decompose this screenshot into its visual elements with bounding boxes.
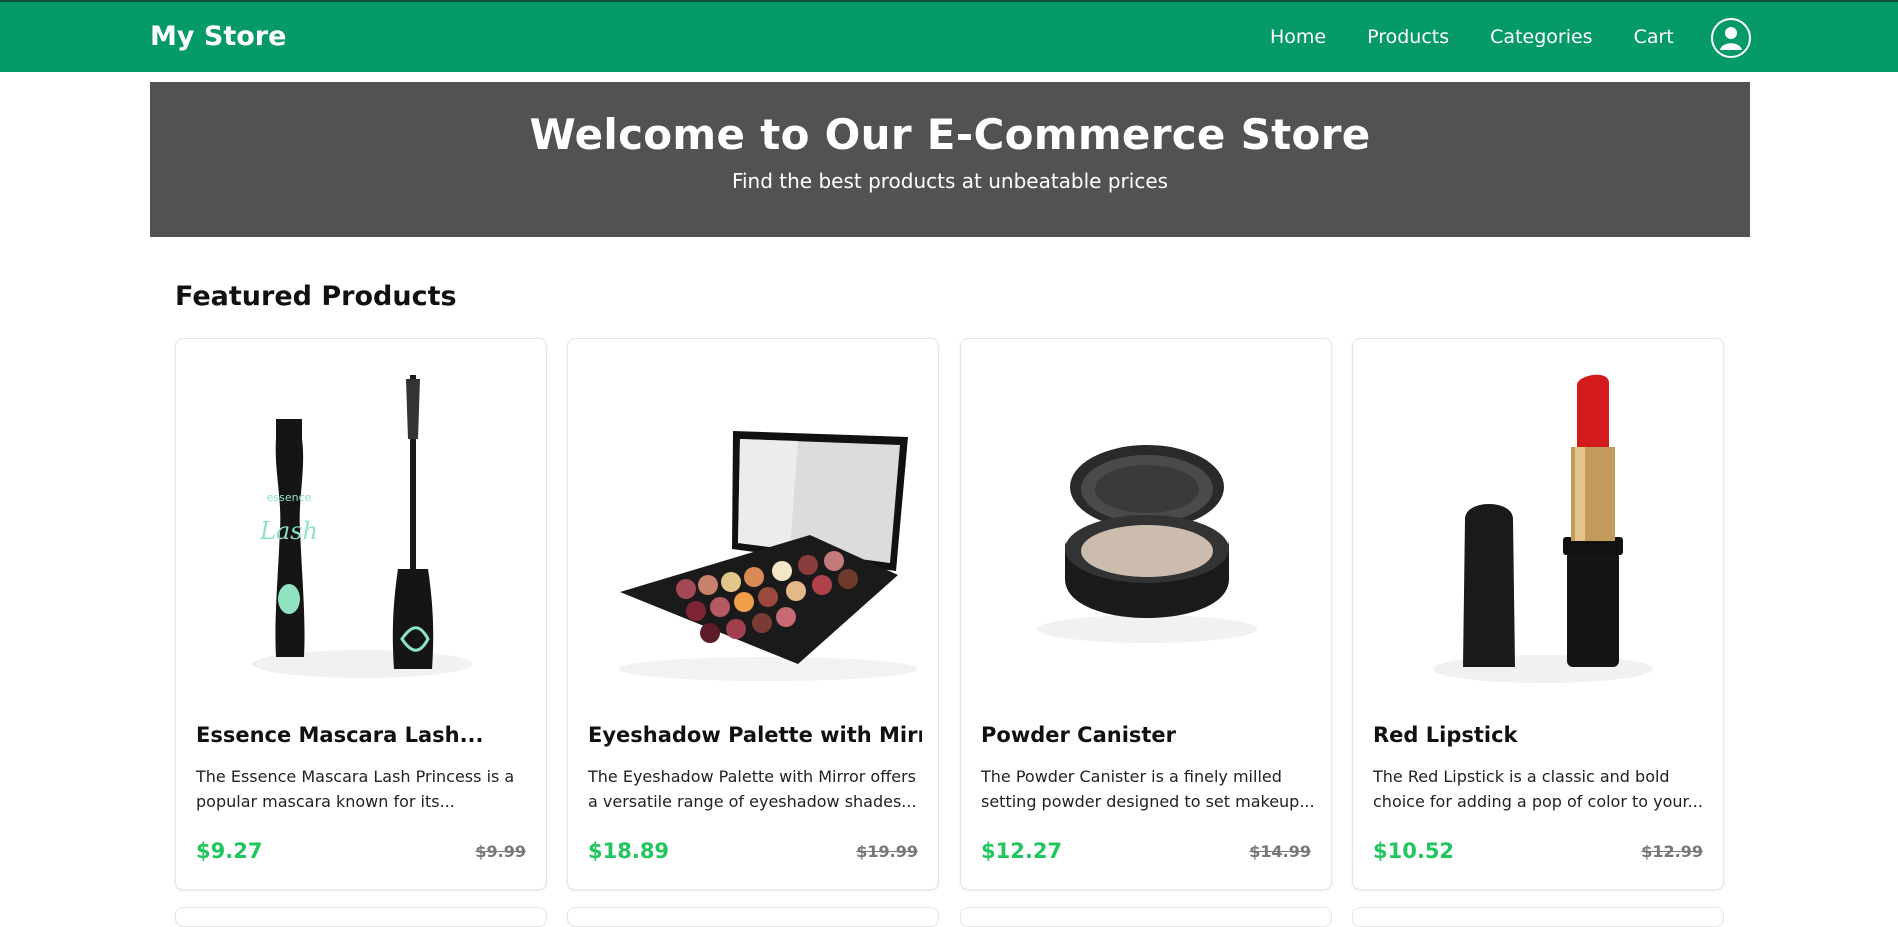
product-price: $9.27 [196, 839, 263, 863]
product-title[interactable]: Eyeshadow Palette with Mirror [588, 723, 922, 747]
product-card[interactable] [960, 907, 1332, 927]
product-card[interactable]: Eyeshadow Palette with Mirror The Eyesha… [567, 338, 939, 890]
product-description: The Eyeshadow Palette with Mirror offers… [588, 767, 917, 811]
user-circle-icon[interactable] [1711, 18, 1751, 58]
product-title[interactable]: Red Lipstick [1373, 723, 1707, 747]
section-title: Featured Products [175, 281, 457, 312]
product-card[interactable] [1352, 907, 1724, 927]
eyeshadow-palette-image [618, 431, 918, 681]
nav-links: Home Products Categories Cart [1270, 26, 1715, 48]
navbar: My Store Home Products Categories Cart [0, 0, 1898, 72]
product-price: $10.52 [1373, 839, 1455, 863]
brand-logo[interactable]: My Store [150, 21, 286, 52]
product-original-price: $19.99 [856, 842, 918, 861]
powder-canister-image [1037, 445, 1257, 643]
nav-link-cart[interactable]: Cart [1634, 26, 1674, 48]
product-card[interactable] [567, 907, 939, 927]
nav-link-products[interactable]: Products [1367, 26, 1449, 48]
product-description: The Red Lipstick is a classic and bold c… [1373, 767, 1703, 811]
product-description: The Essence Mascara Lash Princess is a p… [196, 767, 515, 811]
mascara-image: essence Lash [252, 375, 472, 678]
product-card[interactable]: Powder Canister The Powder Canister is a… [960, 338, 1332, 890]
product-original-price: $14.99 [1249, 842, 1311, 861]
product-price: $12.27 [981, 839, 1063, 863]
product-original-price: $12.99 [1641, 842, 1703, 861]
product-title[interactable]: Powder Canister [981, 723, 1315, 747]
product-price: $18.89 [588, 839, 670, 863]
svg-text:Lash: Lash [259, 517, 318, 545]
red-lipstick-image [1433, 374, 1653, 683]
hero-banner: Welcome to Our E-Commerce Store Find the… [150, 82, 1750, 237]
nav-link-home[interactable]: Home [1270, 26, 1326, 48]
hero-title: Welcome to Our E-Commerce Store [529, 110, 1371, 159]
product-card[interactable]: essence Lash Essence Mascara Lash... The… [175, 338, 547, 890]
nav-link-categories[interactable]: Categories [1490, 26, 1592, 48]
product-original-price: $9.99 [475, 842, 526, 861]
product-card[interactable]: Red Lipstick The Red Lipstick is a class… [1352, 338, 1724, 890]
product-description: The Powder Canister is a finely milled s… [981, 767, 1315, 811]
hero-subtitle: Find the best products at unbeatable pri… [731, 169, 1169, 193]
svg-text:essence: essence [267, 491, 312, 504]
product-card[interactable] [175, 907, 547, 927]
product-title[interactable]: Essence Mascara Lash... [196, 723, 530, 747]
